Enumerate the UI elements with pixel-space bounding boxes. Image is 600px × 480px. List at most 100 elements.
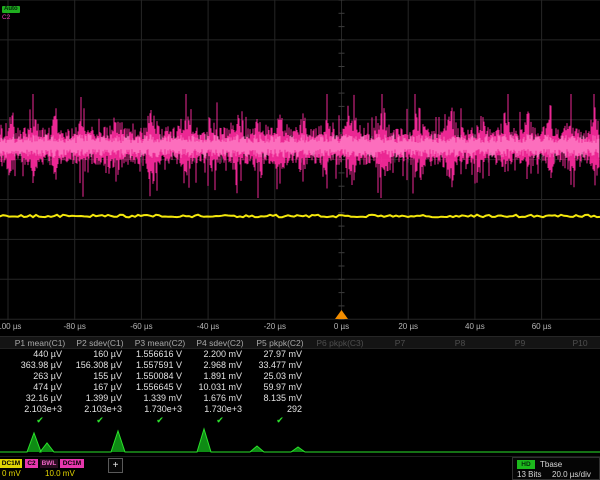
measure-cell: 2.200 mV: [190, 349, 250, 360]
measure-cell: [490, 404, 550, 415]
status-check-icon: ✔: [96, 415, 104, 426]
measure-cell: [430, 360, 490, 371]
measure-cell: 1.550084 V: [130, 371, 190, 382]
measure-cell: 167 µV: [70, 382, 130, 393]
time-label: -80 µs: [63, 322, 85, 331]
measure-cell: [310, 371, 370, 382]
measure-cell: 32.16 µV: [10, 393, 70, 404]
measure-header[interactable]: P2 sdev(C1): [70, 337, 130, 348]
oscilloscope-screen: Auto C2 -100 µs-80 µs-60 µs-40 µs-20 µs0…: [0, 0, 600, 480]
hd-badge: HD: [517, 460, 535, 469]
measure-header[interactable]: P1 mean(C1): [10, 337, 70, 348]
measure-cell: 1.557591 V: [130, 360, 190, 371]
measure-cell: [430, 404, 490, 415]
timebase-label: Tbase: [540, 460, 562, 469]
status-check-icon: ✔: [156, 415, 164, 426]
time-label: -40 µs: [197, 322, 219, 331]
measure-cell: 160 µV: [70, 349, 130, 360]
measure-cell: [550, 371, 600, 382]
measure-cell: 1.556645 V: [130, 382, 190, 393]
measure-cell: [310, 360, 370, 371]
c2-channel-chip: C2: [25, 459, 38, 468]
measure-cell: 156.308 µV: [70, 360, 130, 371]
measure-header[interactable]: P7: [370, 337, 430, 348]
measure-header[interactable]: P8: [430, 337, 490, 348]
bottom-bar: DC1M 0 mV C2 BWL DC1M 10.0 mV + HD Tbase…: [0, 456, 600, 480]
measure-cell: [490, 382, 550, 393]
measure-cell: [310, 393, 370, 404]
measure-cell: [370, 393, 430, 404]
measure-cell: 1.676 mV: [190, 393, 250, 404]
measure-cell: [490, 393, 550, 404]
measure-row: 2.103e+32.103e+31.730e+31.730e+3292: [0, 404, 600, 415]
measure-cell: [550, 360, 600, 371]
measure-cell: 363.98 µV: [10, 360, 70, 371]
time-label: 40 µs: [465, 322, 485, 331]
measure-cell: 155 µV: [70, 371, 130, 382]
measure-cell: [490, 360, 550, 371]
measure-cell: [490, 371, 550, 382]
measure-row: 263 µV155 µV1.550084 V1.891 mV25.03 mV: [0, 371, 600, 382]
measure-cell: 1.556616 V: [130, 349, 190, 360]
measure-cell: 440 µV: [10, 349, 70, 360]
measure-header[interactable]: P5 pkpk(C2): [250, 337, 310, 348]
channel1-descriptor[interactable]: DC1M 0 mV: [0, 457, 24, 480]
trigger-time-marker[interactable]: [335, 310, 348, 319]
channel2-descriptor[interactable]: C2 BWL DC1M 10.0 mV: [24, 457, 110, 480]
measure-row: 32.16 µV1.399 µV1.339 mV1.676 mV8.135 mV: [0, 393, 600, 404]
time-per-div-value: 20.0 µs/div: [552, 470, 591, 479]
c2-scale-value: 10.0 mV: [45, 469, 75, 478]
trend-line: [0, 429, 600, 452]
measure-cell: 1.730e+3: [190, 404, 250, 415]
measure-header[interactable]: P9: [490, 337, 550, 348]
measure-cell: [550, 349, 600, 360]
measure-cell: 1.339 mV: [130, 393, 190, 404]
measure-header[interactable]: P6 pkpk(C3): [310, 337, 370, 348]
measure-header-row: P1 mean(C1)P2 sdev(C1)P3 mean(C2)P4 sdev…: [0, 336, 600, 349]
measure-cell: [310, 349, 370, 360]
time-label: -20 µs: [264, 322, 286, 331]
status-check-icon: ✔: [36, 415, 44, 426]
c1-offset-value: 0 mV: [2, 469, 21, 478]
measure-cell: 474 µV: [10, 382, 70, 393]
measure-cell: [550, 393, 600, 404]
add-button[interactable]: +: [108, 458, 123, 473]
time-label: 60 µs: [532, 322, 552, 331]
status-check-icon: ✔: [276, 415, 284, 426]
measure-cell: 2.103e+3: [10, 404, 70, 415]
measure-row: 363.98 µV156.308 µV1.557591 V2.968 mV33.…: [0, 360, 600, 371]
measure-cell: [370, 382, 430, 393]
waveform-display[interactable]: [0, 0, 600, 320]
measurement-status-row: ✔ ✔ ✔ ✔ ✔: [0, 415, 600, 427]
status-check-icon: ✔: [216, 415, 224, 426]
measure-cell: 8.135 mV: [250, 393, 310, 404]
measure-cell: 33.477 mV: [250, 360, 310, 371]
measure-cell: [370, 349, 430, 360]
time-axis: -100 µs-80 µs-60 µs-40 µs-20 µs0 µs20 µs…: [0, 319, 600, 334]
measure-cell: 59.97 mV: [250, 382, 310, 393]
measure-cell: 2.968 mV: [190, 360, 250, 371]
measure-cell: 292: [250, 404, 310, 415]
c1-trace: [0, 215, 600, 218]
timebase-descriptor[interactable]: HD Tbase 13 Bits 20.0 µs/div: [512, 457, 600, 480]
measure-cell: [430, 393, 490, 404]
measure-header[interactable]: P3 mean(C2): [130, 337, 190, 348]
bits-value: 13 Bits: [517, 470, 541, 479]
measure-row: 440 µV160 µV1.556616 V2.200 mV27.97 mV: [0, 349, 600, 360]
measure-cell: 1.891 mV: [190, 371, 250, 382]
time-label: 20 µs: [398, 322, 418, 331]
measure-cell: 27.97 mV: [250, 349, 310, 360]
measure-cell: 263 µV: [10, 371, 70, 382]
measure-cell: [370, 371, 430, 382]
measure-cell: [310, 404, 370, 415]
measure-header[interactable]: P4 sdev(C2): [190, 337, 250, 348]
time-label: 0 µs: [334, 322, 349, 331]
measure-cell: [550, 382, 600, 393]
measure-cell: 10.031 mV: [190, 382, 250, 393]
measure-cell: [430, 382, 490, 393]
measure-header[interactable]: P10: [550, 337, 600, 348]
measure-cell: [430, 371, 490, 382]
measure-cell: 25.03 mV: [250, 371, 310, 382]
measure-cell: [430, 349, 490, 360]
measure-cell: 1.730e+3: [130, 404, 190, 415]
